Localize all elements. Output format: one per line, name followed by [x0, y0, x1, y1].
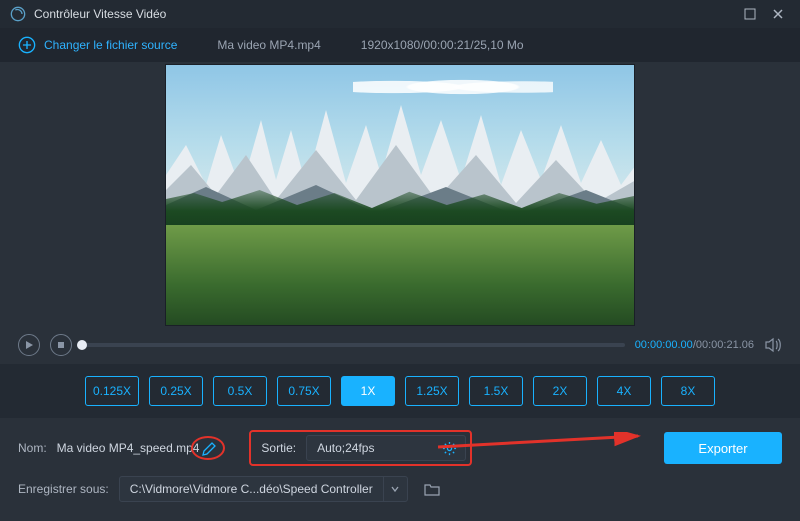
window-title: Contrôleur Vitesse Vidéo: [34, 7, 736, 21]
app-icon: [10, 6, 26, 22]
output-box: Auto;24fps: [306, 435, 466, 461]
speed-option-2x[interactable]: 2X: [533, 376, 587, 406]
time-display: 00:00:00.00/00:00:21.06: [635, 339, 754, 351]
name-label: Nom:: [18, 441, 47, 455]
titlebar: Contrôleur Vitesse Vidéo: [0, 0, 800, 28]
seek-thumb[interactable]: [77, 340, 87, 350]
speed-option-0-125x[interactable]: 0.125X: [85, 376, 139, 406]
source-meta: 1920x1080/00:00:21/25,10 Mo: [361, 38, 524, 52]
save-row: Enregistrer sous: C:\Vidmore\Vidmore C..…: [18, 476, 782, 502]
bottom-panel: Nom: Ma video MP4_speed.mp4 Sortie: Auto…: [0, 418, 800, 512]
playback-controls: 00:00:00.00/00:00:21.06: [0, 326, 800, 364]
open-folder-icon[interactable]: [424, 482, 440, 496]
speed-option-1-25x[interactable]: 1.25X: [405, 376, 459, 406]
save-label: Enregistrer sous:: [18, 482, 109, 496]
current-time: 00:00:00.00: [635, 339, 693, 351]
total-time: 00:00:21.06: [696, 339, 754, 351]
stop-button[interactable]: [50, 334, 72, 356]
output-value: Auto;24fps: [307, 441, 434, 455]
source-bar: Changer le fichier source Ma video MP4.m…: [0, 28, 800, 62]
speed-option-1-5x[interactable]: 1.5X: [469, 376, 523, 406]
source-filename: Ma video MP4.mp4: [217, 38, 320, 52]
output-label: Sortie:: [255, 441, 306, 455]
path-dropdown-icon[interactable]: [383, 477, 407, 501]
speed-option-1x[interactable]: 1X: [341, 376, 395, 406]
seek-slider[interactable]: [82, 343, 625, 347]
close-button[interactable]: [764, 0, 792, 28]
preview-area: [0, 62, 800, 326]
settings-gear-icon[interactable]: [434, 441, 465, 456]
speed-option-8x[interactable]: 8X: [661, 376, 715, 406]
save-path-box: C:\Vidmore\Vidmore C...déo\Speed Control…: [119, 476, 408, 502]
edit-name-icon[interactable]: [201, 441, 217, 457]
output-group: Sortie: Auto;24fps: [255, 435, 466, 461]
speed-option-0-75x[interactable]: 0.75X: [277, 376, 331, 406]
play-button[interactable]: [18, 334, 40, 356]
name-value: Ma video MP4_speed.mp4: [57, 441, 200, 455]
change-source-label: Changer le fichier source: [44, 38, 177, 52]
speed-panel: 0.125X 0.25X 0.5X 0.75X 1X 1.25X 1.5X 2X 4X 8X: [0, 364, 800, 418]
volume-icon[interactable]: [764, 336, 782, 354]
save-path-value: C:\Vidmore\Vidmore C...déo\Speed Control…: [120, 482, 383, 496]
change-source-button[interactable]: Changer le fichier source: [18, 36, 177, 54]
minimize-button[interactable]: [736, 0, 764, 28]
speed-options: 0.125X 0.25X 0.5X 0.75X 1X 1.25X 1.5X 2X 4X 8X: [85, 376, 715, 406]
speed-option-0-25x[interactable]: 0.25X: [149, 376, 203, 406]
export-button[interactable]: Exporter: [664, 432, 782, 464]
speed-option-0-5x[interactable]: 0.5X: [213, 376, 267, 406]
plus-circle-icon: [18, 36, 36, 54]
video-preview[interactable]: [165, 64, 635, 326]
speed-option-4x[interactable]: 4X: [597, 376, 651, 406]
name-row: Nom: Ma video MP4_speed.mp4 Sortie: Auto…: [18, 432, 782, 464]
